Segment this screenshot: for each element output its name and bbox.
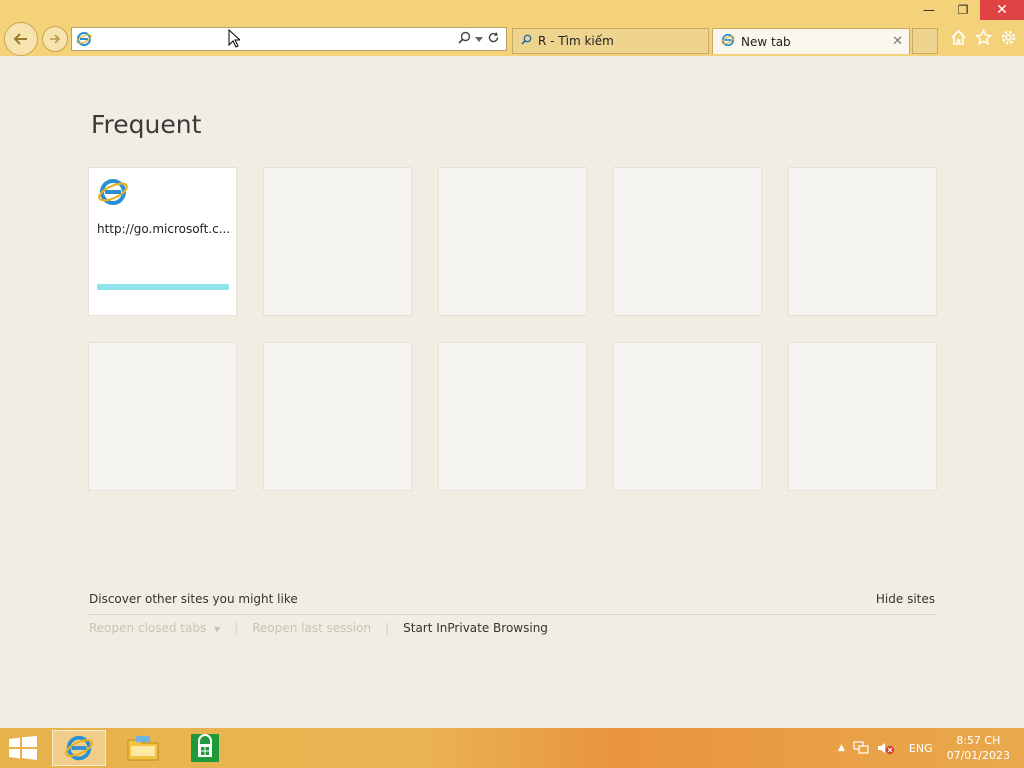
empty-tile <box>438 342 587 491</box>
restore-button[interactable]: ❐ <box>946 0 980 20</box>
system-tray: ▲ ENG 8:57 CH 07/01/2023 <box>838 728 1024 768</box>
forward-button[interactable] <box>42 26 68 52</box>
reopen-closed-tabs-link[interactable]: Reopen closed tabs ▼ <box>89 621 220 635</box>
folder-icon <box>127 736 159 761</box>
ie-logo-icon <box>97 176 129 212</box>
mouse-cursor-icon <box>228 29 240 48</box>
empty-tile <box>263 167 412 316</box>
empty-tile <box>613 342 762 491</box>
separator: | <box>234 621 239 635</box>
tab-label: New tab <box>741 34 791 49</box>
network-icon[interactable] <box>853 741 869 755</box>
ie-logo-icon <box>65 735 93 761</box>
ie-logo-icon <box>72 31 96 47</box>
input-language[interactable]: ENG <box>909 742 933 755</box>
empty-tile <box>788 342 937 491</box>
new-tab-actions: Reopen closed tabs ▼ | Reopen last sessi… <box>89 621 548 635</box>
browser-chrome: — ❐ ✕ R - Tìm kiếm New tab ✕ <box>0 0 1024 56</box>
arrow-left-icon <box>13 33 27 45</box>
address-bar <box>71 27 507 51</box>
page-title: Frequent <box>91 110 202 139</box>
taskbar-file-explorer-button[interactable] <box>116 730 170 766</box>
favorites-star-icon[interactable] <box>974 28 993 47</box>
taskbar-store-button[interactable] <box>178 730 232 766</box>
empty-tile <box>788 167 937 316</box>
store-bag-icon <box>191 734 219 762</box>
gear-icon[interactable] <box>999 28 1018 47</box>
address-input[interactable] <box>96 29 458 49</box>
arrow-right-icon <box>50 34 61 44</box>
show-hidden-icons-icon[interactable]: ▲ <box>838 743 845 753</box>
dropdown-icon[interactable] <box>475 32 483 46</box>
reopen-last-session-link[interactable]: Reopen last session <box>252 621 371 635</box>
discover-sites-link[interactable]: Discover other sites you might like <box>89 592 298 606</box>
tab-search[interactable]: R - Tìm kiếm <box>512 28 709 54</box>
home-icon[interactable] <box>949 28 968 47</box>
tab-new-tab[interactable]: New tab ✕ <box>712 28 910 54</box>
start-inprivate-link[interactable]: Start InPrivate Browsing <box>403 621 548 635</box>
volume-muted-icon[interactable] <box>877 741 895 755</box>
empty-tile <box>263 342 412 491</box>
tile-url: http://go.microsoft.c... <box>97 222 231 236</box>
windows-start-icon[interactable] <box>9 736 37 764</box>
visit-frequency-bar <box>97 284 229 290</box>
empty-tile <box>88 342 237 491</box>
window-caption-buttons: — ❐ ✕ <box>912 0 1024 20</box>
minimize-button[interactable]: — <box>912 0 946 20</box>
clock-time: 8:57 CH <box>956 734 1001 747</box>
taskbar: ▲ ENG 8:57 CH 07/01/2023 <box>0 728 1024 768</box>
empty-tile <box>438 167 587 316</box>
frequent-site-tile[interactable]: http://go.microsoft.c... <box>88 167 237 316</box>
separator: | <box>385 621 390 635</box>
back-button[interactable] <box>4 22 38 56</box>
empty-tile <box>613 167 762 316</box>
chevron-down-icon: ▼ <box>214 625 221 634</box>
refresh-icon[interactable] <box>487 31 500 47</box>
close-tab-icon[interactable]: ✕ <box>892 34 903 49</box>
tab-label: R - Tìm kiếm <box>538 34 614 48</box>
toolbar-icons <box>949 28 1018 47</box>
close-window-button[interactable]: ✕ <box>980 0 1024 20</box>
divider <box>89 614 935 615</box>
new-tab-button[interactable] <box>912 28 938 54</box>
search-icon[interactable] <box>458 31 471 47</box>
hide-sites-link[interactable]: Hide sites <box>876 592 935 606</box>
clock[interactable]: 8:57 CH 07/01/2023 <box>947 733 1010 763</box>
ie-logo-icon <box>721 33 735 50</box>
taskbar-ie-button[interactable] <box>52 730 106 766</box>
search-icon <box>521 34 532 48</box>
clock-date: 07/01/2023 <box>946 749 1010 762</box>
